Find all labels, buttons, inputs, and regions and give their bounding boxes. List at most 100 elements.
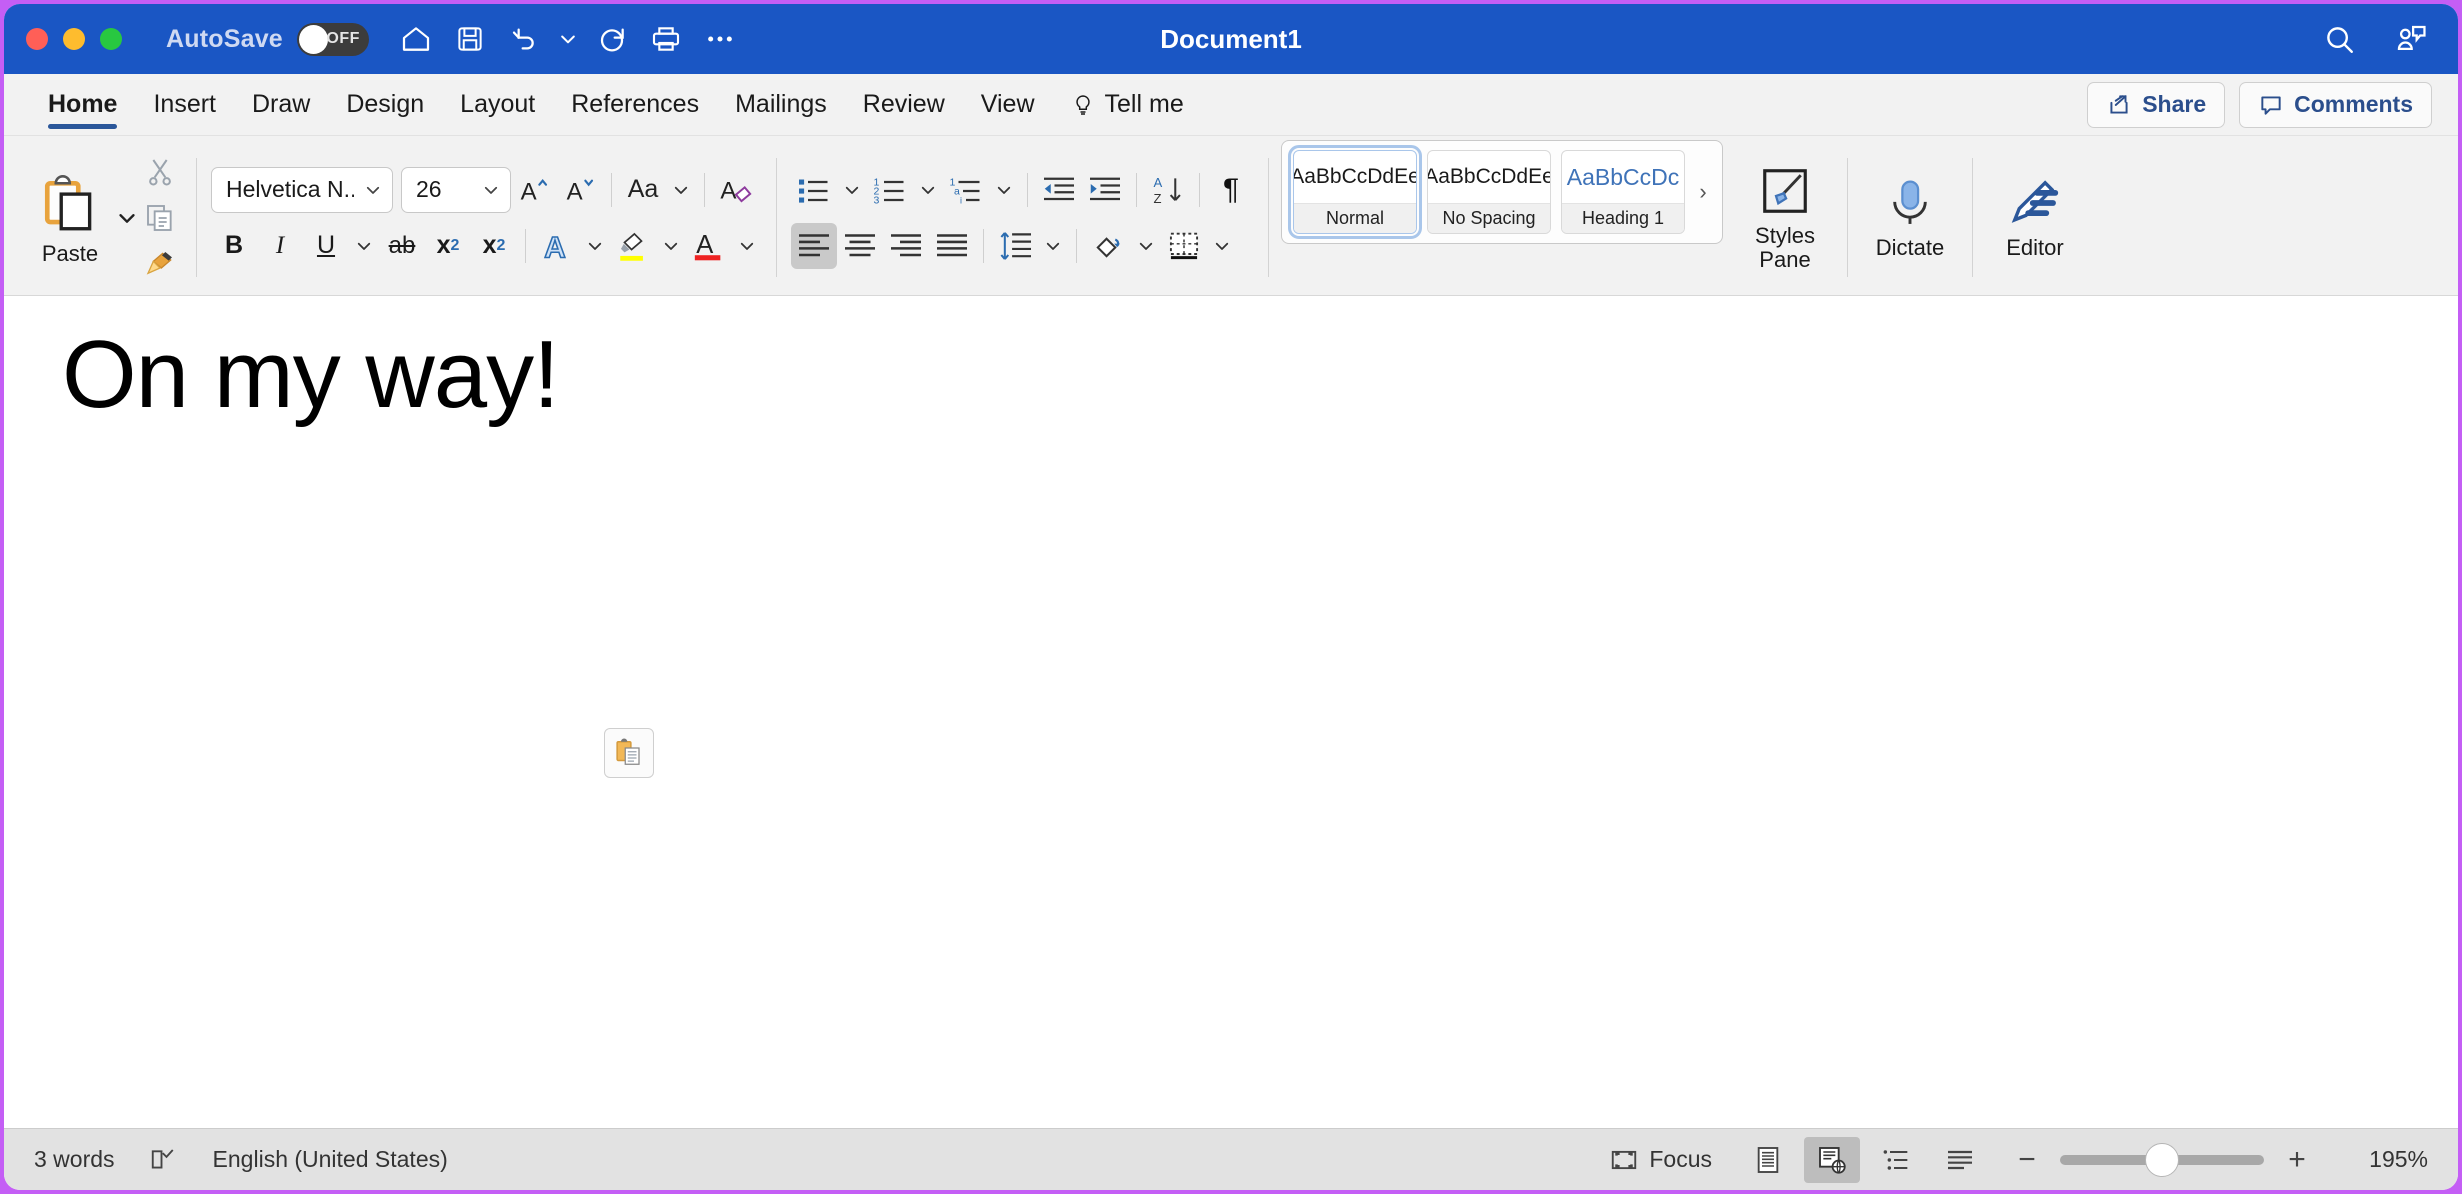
outline-view-button[interactable] <box>1868 1137 1924 1183</box>
paste-dropdown-icon[interactable] <box>116 207 138 229</box>
editor-button[interactable]: Editor <box>1979 140 2091 295</box>
italic-button[interactable]: I <box>257 223 303 269</box>
align-right-button[interactable] <box>883 223 929 269</box>
web-layout-view-button[interactable] <box>1804 1136 1860 1183</box>
sort-button[interactable]: AZ <box>1145 167 1191 213</box>
underline-dropdown-icon[interactable] <box>349 223 379 269</box>
minimize-window-button[interactable] <box>63 28 85 50</box>
highlight-button[interactable] <box>610 223 656 269</box>
superscript-button[interactable]: x2 <box>471 223 517 269</box>
align-center-button[interactable] <box>837 223 883 269</box>
highlight-dropdown-icon[interactable] <box>656 223 686 269</box>
font-name-select[interactable]: Helvetica N... <box>211 166 393 213</box>
zoom-slider-handle[interactable] <box>2145 1142 2179 1177</box>
numbering-dropdown-icon[interactable] <box>913 167 943 213</box>
subscript-button[interactable]: x2 <box>425 223 471 269</box>
shading-dropdown-icon[interactable] <box>1131 223 1161 269</box>
print-layout-view-button[interactable] <box>1740 1137 1796 1183</box>
text-effects-dropdown-icon[interactable] <box>580 223 610 269</box>
zoom-in-button[interactable]: + <box>2280 1143 2314 1177</box>
undo-icon[interactable] <box>499 14 549 64</box>
align-left-button[interactable] <box>791 222 837 269</box>
share-button[interactable]: Share <box>2087 81 2226 128</box>
document-body-text[interactable]: On my way! <box>62 320 560 430</box>
strikethrough-button[interactable]: ab <box>379 223 425 269</box>
decrease-indent-button[interactable] <box>1036 167 1082 213</box>
increase-indent-button[interactable] <box>1082 167 1128 213</box>
show-formatting-marks-button[interactable]: ¶ <box>1208 167 1254 213</box>
zoom-out-button[interactable]: − <box>2010 1143 2044 1177</box>
language-status[interactable]: English (United States) <box>213 1146 448 1173</box>
undo-dropdown-icon[interactable] <box>553 14 583 64</box>
zoom-slider-track[interactable] <box>2060 1142 2264 1177</box>
tab-review[interactable]: Review <box>845 74 963 135</box>
proofing-status[interactable] <box>149 1145 179 1175</box>
tab-references[interactable]: References <box>553 74 717 135</box>
line-spacing-dropdown-icon[interactable] <box>1038 223 1068 269</box>
document-canvas[interactable]: On my way! <box>4 296 2458 1128</box>
format-painter-icon[interactable] <box>138 244 182 284</box>
bullets-button[interactable] <box>791 167 837 213</box>
borders-button[interactable] <box>1161 223 1207 269</box>
multilevel-list-button[interactable]: 1ai <box>943 167 989 213</box>
font-row-1: Helvetica N... 26 A A Aa A <box>211 166 762 213</box>
word-count[interactable]: 3 words <box>34 1146 115 1173</box>
tab-tell-me[interactable]: Tell me <box>1053 74 1202 135</box>
close-window-button[interactable] <box>26 28 48 50</box>
line-spacing-button[interactable] <box>992 223 1038 269</box>
font-size-select[interactable]: 26 <box>401 166 511 213</box>
borders-dropdown-icon[interactable] <box>1207 223 1237 269</box>
redo-icon[interactable] <box>587 14 637 64</box>
dictate-button[interactable]: Dictate <box>1854 140 1966 295</box>
change-case-button[interactable]: Aa <box>620 167 666 213</box>
zoom-slider[interactable]: − + <box>2010 1142 2314 1177</box>
search-icon[interactable] <box>2314 14 2364 64</box>
clear-formatting-button[interactable]: A <box>713 167 759 213</box>
tab-draw[interactable]: Draw <box>234 74 328 135</box>
tab-layout[interactable]: Layout <box>442 74 553 135</box>
tab-design[interactable]: Design <box>328 74 442 135</box>
copy-icon[interactable] <box>138 198 182 238</box>
cut-icon[interactable] <box>138 152 182 192</box>
style-heading-1[interactable]: AaBbCcDc Heading 1 <box>1561 150 1685 234</box>
draft-view-button[interactable] <box>1932 1137 1988 1183</box>
multilevel-list-dropdown-icon[interactable] <box>989 167 1019 213</box>
justify-button[interactable] <box>929 223 975 269</box>
subscript-label: x <box>436 231 451 259</box>
font-name-value: Helvetica N... <box>226 176 354 202</box>
save-icon[interactable] <box>445 14 495 64</box>
collaborators-icon[interactable] <box>2386 14 2436 64</box>
grow-font-button[interactable]: A <box>511 167 557 213</box>
tab-mailings[interactable]: Mailings <box>717 74 845 135</box>
maximize-window-button[interactable] <box>100 28 122 50</box>
tab-view[interactable]: View <box>963 74 1053 135</box>
font-color-button[interactable]: A <box>686 223 732 269</box>
font-divider-3 <box>525 228 526 263</box>
paste-button[interactable]: Paste <box>24 169 116 267</box>
window-controls <box>26 28 122 50</box>
focus-button[interactable]: Focus <box>1609 1145 1712 1175</box>
shrink-font-button[interactable]: A <box>557 167 603 213</box>
comments-button[interactable]: Comments <box>2239 81 2432 128</box>
paste-options-button[interactable] <box>604 728 654 778</box>
tab-insert[interactable]: Insert <box>135 74 234 135</box>
style-normal[interactable]: AaBbCcDdEe Normal <box>1288 145 1422 239</box>
tab-home[interactable]: Home <box>30 74 135 135</box>
underline-button[interactable]: U <box>303 223 349 269</box>
more-options-icon[interactable] <box>695 14 745 64</box>
font-color-dropdown-icon[interactable] <box>732 223 762 269</box>
autosave-toggle-knob <box>298 24 328 54</box>
print-icon[interactable] <box>641 14 691 64</box>
bullets-dropdown-icon[interactable] <box>837 167 867 213</box>
zoom-level-label[interactable]: 195% <box>2336 1146 2428 1173</box>
bold-button[interactable]: B <box>211 223 257 269</box>
numbering-button[interactable]: 123 <box>867 167 913 213</box>
change-case-dropdown-icon[interactable] <box>666 167 696 213</box>
text-effects-button[interactable]: A <box>534 223 580 269</box>
styles-more-icon[interactable]: › <box>1690 179 1716 205</box>
home-icon[interactable] <box>391 14 441 64</box>
style-no-spacing[interactable]: AaBbCcDdEe No Spacing <box>1427 150 1551 234</box>
shading-button[interactable] <box>1085 223 1131 269</box>
styles-pane-button[interactable]: Styles Pane <box>1729 140 1841 295</box>
autosave-toggle[interactable]: OFF <box>296 22 369 56</box>
